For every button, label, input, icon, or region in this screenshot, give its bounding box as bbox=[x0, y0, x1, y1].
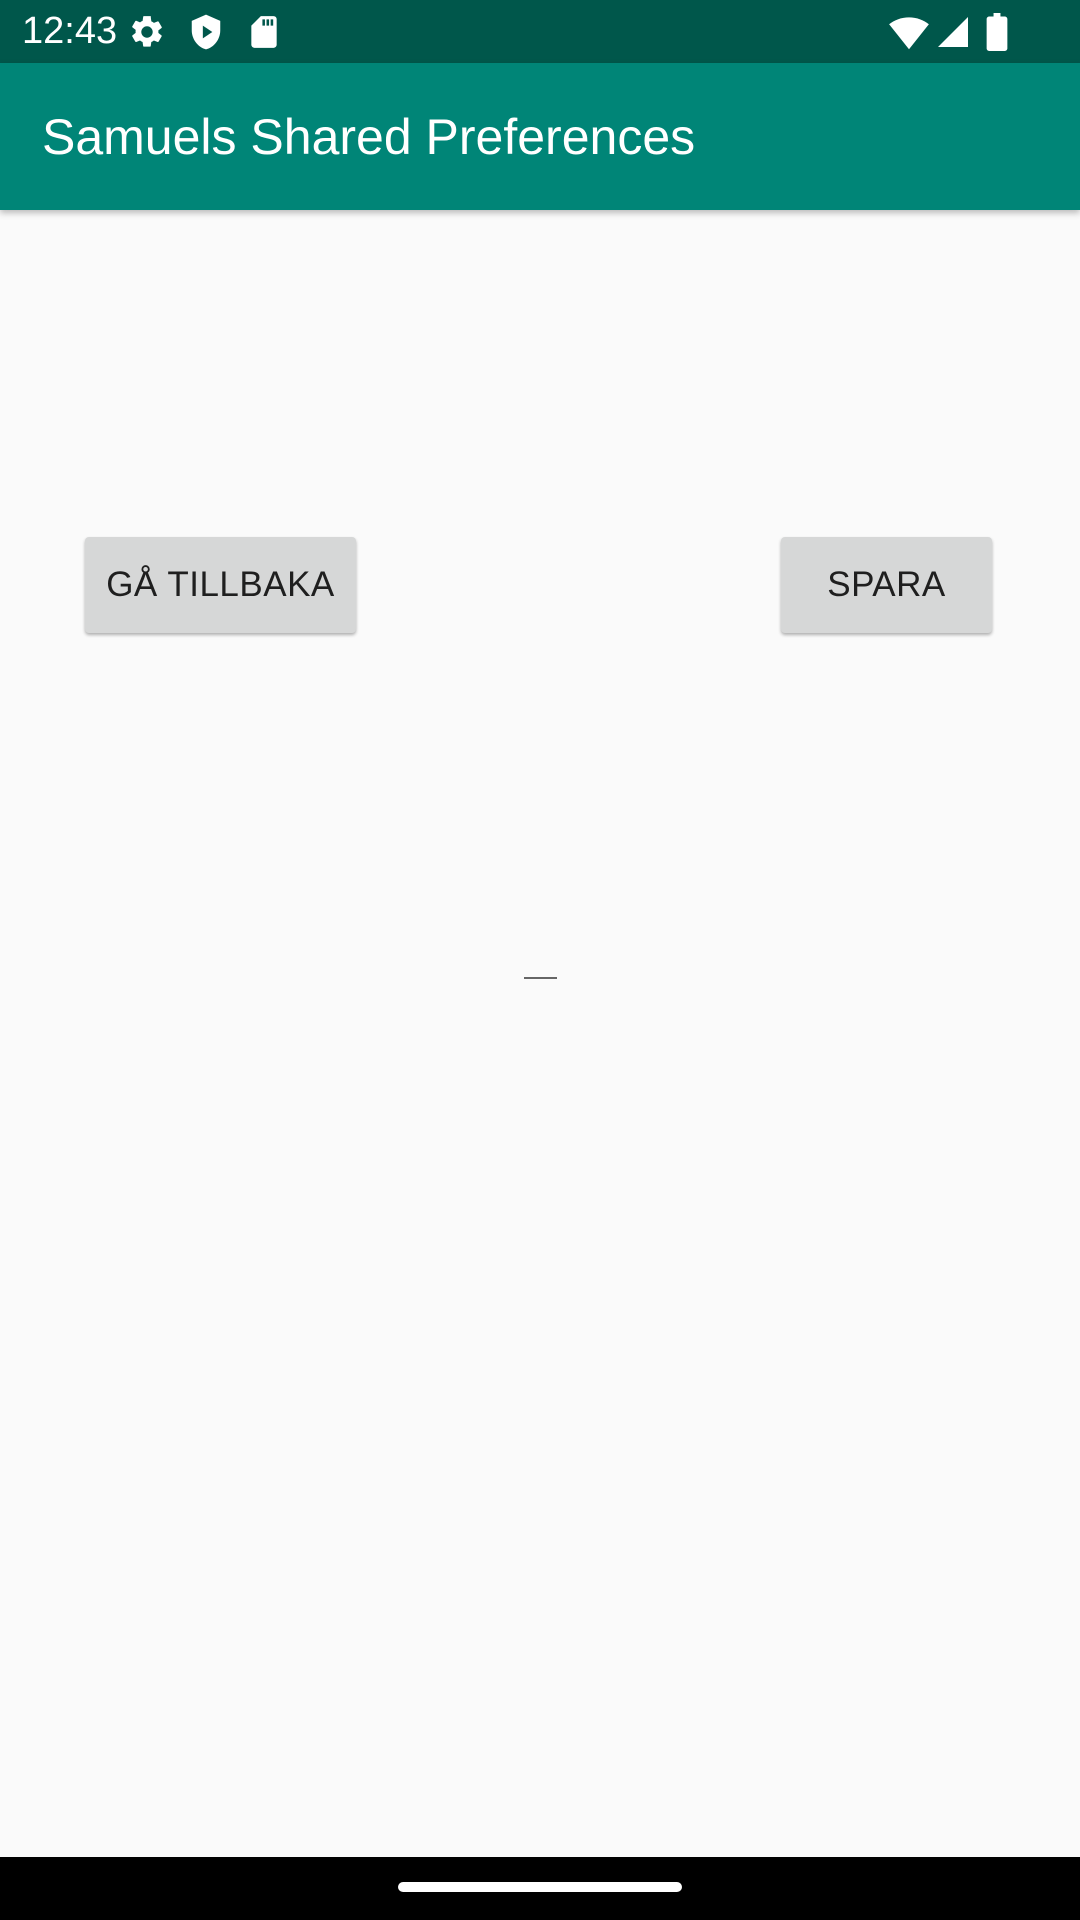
shield-play-icon bbox=[187, 13, 225, 51]
status-bar: 12:43 bbox=[0, 0, 1080, 63]
gear-icon bbox=[128, 13, 166, 51]
cell-signal-icon bbox=[935, 13, 973, 51]
sd-card-icon bbox=[245, 13, 283, 51]
battery-icon bbox=[986, 13, 1008, 51]
home-gesture-handle[interactable] bbox=[398, 1882, 682, 1892]
app-title: Samuels Shared Preferences bbox=[42, 109, 696, 165]
go-back-button[interactable]: GÅ TILLBAKA bbox=[85, 537, 356, 633]
wifi-icon bbox=[888, 13, 930, 51]
save-button[interactable]: SPARA bbox=[781, 537, 992, 633]
navigation-bar bbox=[0, 1857, 1080, 1920]
main-content: GÅ TILLBAKA SPARA bbox=[0, 210, 1080, 1857]
app-bar: Samuels Shared Preferences bbox=[0, 63, 1080, 210]
preference-input[interactable] bbox=[524, 935, 557, 979]
status-time: 12:43 bbox=[22, 10, 118, 52]
app-screen: 12:43 Samuels Shared Preferences GÅ TILL… bbox=[0, 0, 1080, 1920]
